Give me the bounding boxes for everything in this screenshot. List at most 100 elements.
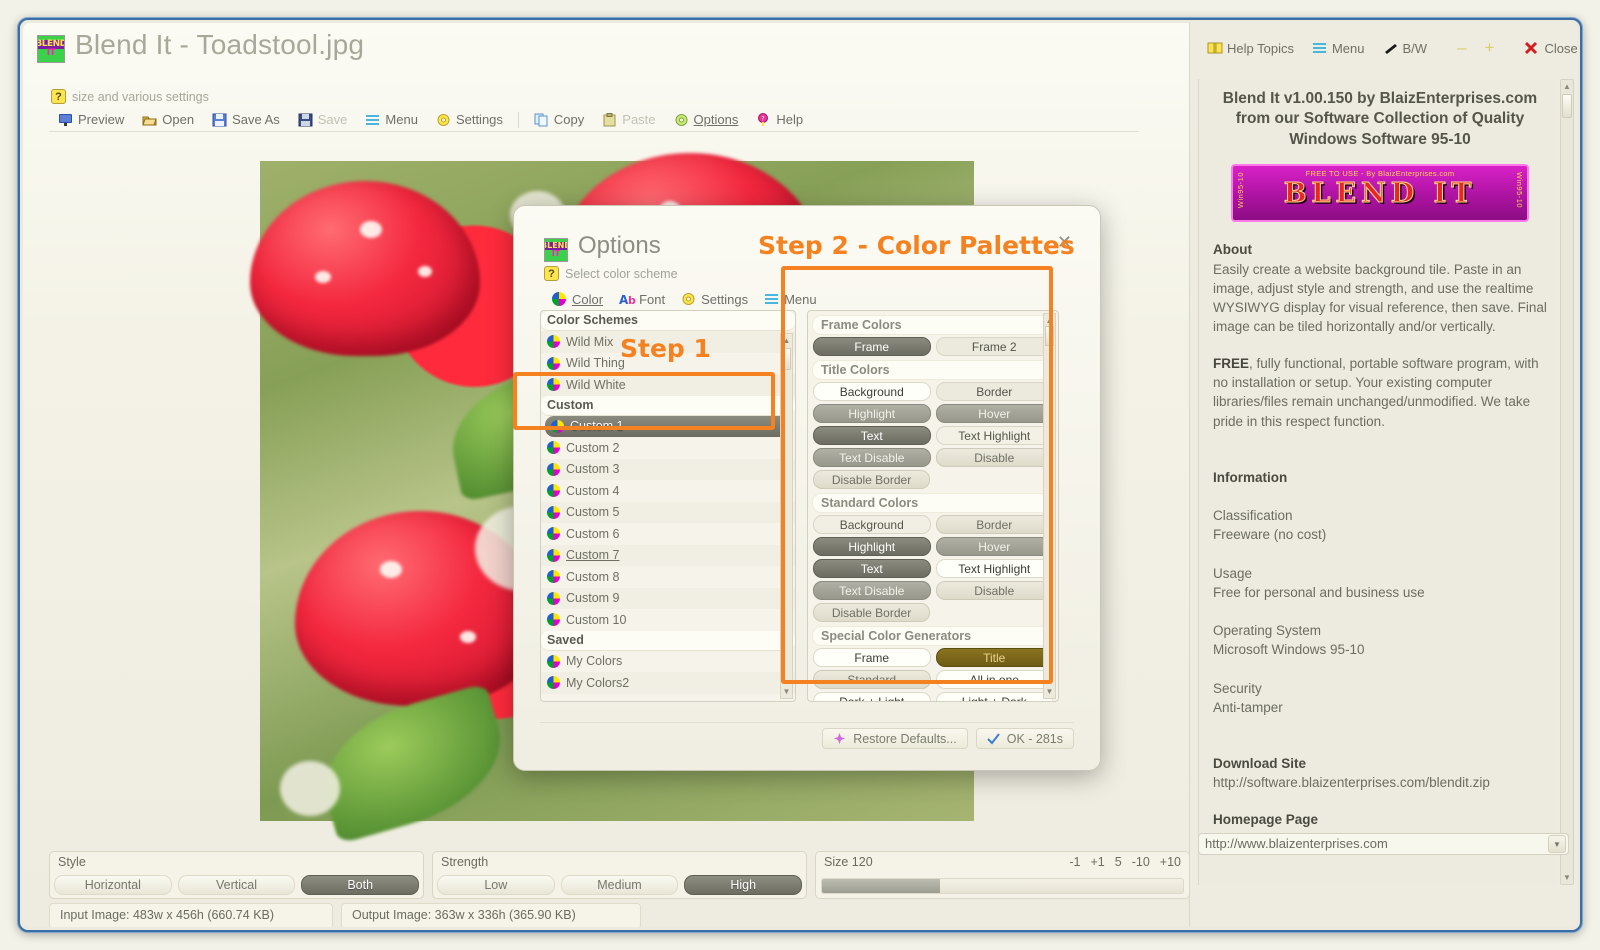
- swatch-standard-highlight[interactable]: Highlight: [813, 537, 931, 556]
- banner-free-text: FREE TO USE - By BlaizEnterprises.com: [1305, 169, 1455, 179]
- scheme-scroll-thumb[interactable]: [782, 348, 791, 370]
- swatch-standard-disable-border[interactable]: Disable Border: [813, 603, 930, 622]
- swatch-title-text[interactable]: Text: [813, 426, 931, 445]
- generator-dark-plus-light[interactable]: Dark + Light: [813, 692, 931, 701]
- swatch-title-hover[interactable]: Hover: [935, 404, 1053, 423]
- toolbar-button-menu[interactable]: Menu: [356, 109, 427, 131]
- scroll-up-arrow[interactable]: ▲: [1561, 80, 1573, 93]
- scheme-item-my-colors[interactable]: My Colors: [541, 651, 795, 673]
- swatch-frame-2[interactable]: Frame 2: [935, 337, 1053, 356]
- scheme-item-my-colors2[interactable]: My Colors2: [541, 672, 795, 694]
- generator-light-plus-dark[interactable]: Light + Dark: [935, 692, 1053, 701]
- scheme-item-custom-4[interactable]: Custom 4: [541, 480, 795, 502]
- scheme-item-custom-9[interactable]: Custom 9: [541, 587, 795, 609]
- toolbar-button-preview[interactable]: Preview: [49, 109, 133, 131]
- scheme-item-custom-3[interactable]: Custom 3: [541, 458, 795, 480]
- tab-settings[interactable]: Settings: [673, 288, 756, 310]
- swatch-standard-border[interactable]: Border: [935, 515, 1053, 534]
- scroll-down-arrow[interactable]: ▼: [781, 685, 792, 698]
- palette-scrollbar[interactable]: ▲ ▼: [1043, 313, 1056, 699]
- size-step-5[interactable]: 5: [1115, 855, 1122, 869]
- swatch-standard-hover[interactable]: Hover: [935, 537, 1053, 556]
- color-wheel-icon: [547, 335, 560, 349]
- swatch-standard-text-disable[interactable]: Text Disable: [813, 581, 931, 600]
- help-section-heading: Information: [1213, 469, 1288, 485]
- toolbar-button-options[interactable]: Options: [665, 109, 748, 131]
- help-scroll-thumb[interactable]: [1562, 94, 1572, 118]
- swatch-standard-background[interactable]: Background: [813, 515, 931, 534]
- scheme-item-wild-white[interactable]: Wild White: [541, 374, 795, 396]
- scheme-item-custom-2[interactable]: Custom 2: [541, 437, 795, 459]
- url-field[interactable]: http://www.blaizenterprises.com ▼: [1198, 833, 1569, 855]
- toolbar-button-help[interactable]: ? Help: [747, 109, 812, 131]
- help-scrollbar[interactable]: ▲ ▼: [1560, 79, 1574, 885]
- scheme-item-custom-10[interactable]: Custom 10: [541, 609, 795, 631]
- swatch-title-border[interactable]: Border: [935, 382, 1053, 401]
- size-step-minus10[interactable]: -10: [1132, 855, 1150, 869]
- style-option-vertical[interactable]: Vertical: [177, 875, 296, 895]
- swatch-title-disable-border[interactable]: Disable Border: [813, 470, 930, 489]
- swatch-standard-text[interactable]: Text: [813, 559, 931, 578]
- floppy-icon: [298, 113, 313, 127]
- scheme-item-custom-5[interactable]: Custom 5: [541, 501, 795, 523]
- swatch-title-disable[interactable]: Disable: [935, 448, 1053, 467]
- chevron-down-icon[interactable]: ▼: [1548, 835, 1566, 853]
- generator-frame[interactable]: Frame: [813, 648, 931, 667]
- scroll-up-arrow[interactable]: ▲: [781, 334, 792, 347]
- help-bw-button[interactable]: B/W: [1374, 37, 1437, 59]
- toolbar-button-save[interactable]: Save: [289, 109, 357, 131]
- generator-title[interactable]: Title: [935, 648, 1053, 667]
- scheme-item-custom-7[interactable]: Custom 7: [541, 544, 795, 566]
- scheme-item-custom-6[interactable]: Custom 6: [541, 523, 795, 545]
- style-option-both[interactable]: Both: [301, 875, 420, 895]
- help-section-free: FREE, fully functional, portable softwar…: [1213, 354, 1547, 431]
- style-option-horizontal[interactable]: Horizontal: [54, 875, 172, 895]
- dialog-close-button[interactable]: ✕: [1057, 232, 1072, 253]
- size-step-plus1[interactable]: +1: [1090, 855, 1104, 869]
- scheme-item-custom-8[interactable]: Custom 8: [541, 566, 795, 588]
- tab-menu[interactable]: Menu: [756, 288, 825, 310]
- help-zoom-in-button[interactable]: +: [1476, 37, 1504, 59]
- swatch-frame[interactable]: Frame: [813, 337, 931, 356]
- scheme-item-custom-1[interactable]: Custom 1: [545, 415, 791, 437]
- swatch-standard-text-highlight[interactable]: Text Highlight: [935, 559, 1053, 578]
- palette-scroll-thumb[interactable]: [1045, 326, 1054, 346]
- help-zoom-out-button[interactable]: –: [1448, 37, 1475, 59]
- scroll-down-arrow[interactable]: ▼: [1044, 685, 1055, 698]
- palette-row: Standard All in one: [813, 670, 1053, 689]
- help-topics-button[interactable]: Help Topics: [1198, 37, 1303, 59]
- help-section-download: Download Site http://software.blaizenter…: [1213, 754, 1547, 792]
- scheme-item-wild-thing[interactable]: Wild Thing: [541, 353, 795, 375]
- tab-font[interactable]: Ab Font: [611, 288, 673, 310]
- strength-option-low[interactable]: Low: [437, 875, 555, 895]
- toolbar-button-paste[interactable]: Paste: [593, 109, 664, 131]
- toolbar-button-open[interactable]: Open: [133, 109, 203, 131]
- swatch-title-highlight[interactable]: Highlight: [813, 404, 931, 423]
- tab-color[interactable]: Color: [544, 288, 611, 310]
- swatch-standard-disable[interactable]: Disable: [935, 581, 1053, 600]
- help-menu-button[interactable]: Menu: [1303, 37, 1374, 59]
- size-step-plus10[interactable]: +10: [1160, 855, 1181, 869]
- scheme-list-scrollbar[interactable]: ▲ ▼: [780, 333, 793, 699]
- help-section-body[interactable]: http://software.blaizenterprises.com/ble…: [1213, 773, 1547, 792]
- scheme-item-wild-mix[interactable]: Wild Mix: [541, 331, 795, 353]
- scroll-down-arrow[interactable]: ▼: [1561, 871, 1573, 884]
- toolbar-button-save-as[interactable]: Save As: [203, 109, 289, 131]
- strength-option-high[interactable]: High: [684, 875, 803, 895]
- toolbar-button-settings[interactable]: Settings: [427, 109, 512, 131]
- strength-option-medium[interactable]: Medium: [560, 875, 679, 895]
- help-close-button[interactable]: Close: [1515, 37, 1577, 59]
- generator-all-in-one[interactable]: All in one: [935, 670, 1053, 689]
- ok-button[interactable]: OK - 281s: [975, 728, 1074, 749]
- options-dialog: BLEND IT Options ? Select color scheme ✕…: [513, 205, 1101, 771]
- generator-standard[interactable]: Standard: [813, 670, 931, 689]
- restore-defaults-button[interactable]: Restore Defaults...: [822, 728, 968, 749]
- swatch-title-text-disable[interactable]: Text Disable: [813, 448, 931, 467]
- size-slider[interactable]: [821, 878, 1184, 894]
- toolbar-button-copy[interactable]: Copy: [525, 109, 593, 131]
- swatch-title-background[interactable]: Background: [813, 382, 931, 401]
- swatch-title-text-highlight[interactable]: Text Highlight: [935, 426, 1053, 445]
- color-scheme-list[interactable]: Color Schemes Wild Mix Wild Thing Wild W…: [540, 310, 796, 702]
- color-wheel-icon: [547, 462, 560, 476]
- size-step-minus1[interactable]: -1: [1069, 855, 1080, 869]
